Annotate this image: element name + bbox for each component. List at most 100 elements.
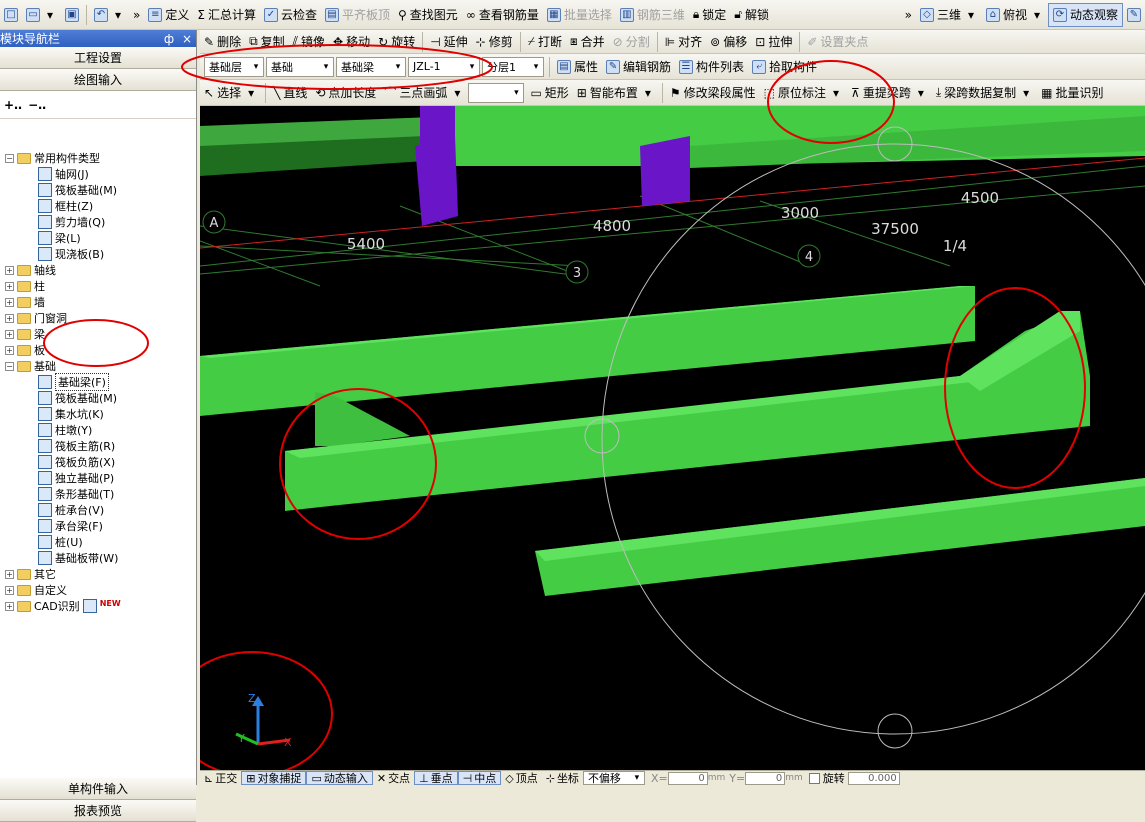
mirror-button[interactable]: ⫽ 镜像 bbox=[289, 30, 329, 53]
tree-item[interactable]: + 板 bbox=[5, 342, 45, 358]
rebar-3d-button[interactable]: ▥ 钢筋三维 bbox=[616, 3, 689, 27]
tree-item[interactable]: 桩承台(V) bbox=[38, 502, 104, 518]
vertex-snap[interactable]: ◇ 顶点 bbox=[501, 771, 541, 786]
tree-item[interactable]: 基础梁(F) bbox=[38, 373, 109, 391]
tree-item[interactable]: − 基础 bbox=[5, 358, 56, 374]
object-snap-toggle[interactable]: ⊞ 对象捕捉 bbox=[241, 771, 307, 785]
view-3d-button[interactable]: ◇ 三维 ▾ bbox=[916, 3, 982, 27]
pick-component-button[interactable]: ⤶ 拾取构件 bbox=[748, 55, 821, 79]
x-input[interactable]: 0 bbox=[667, 771, 708, 785]
tree-item[interactable]: + 轴线 bbox=[5, 262, 56, 278]
copy-button[interactable]: ⧉ 复制 bbox=[245, 30, 289, 53]
project-settings-button[interactable]: 工程设置 bbox=[0, 47, 196, 69]
single-input-button[interactable]: 单构件输入 bbox=[0, 778, 196, 800]
pin-icon[interactable]: ф bbox=[160, 32, 178, 46]
tree-item[interactable]: 基础板带(W) bbox=[38, 550, 118, 566]
summary-calc-button[interactable]: Σ 汇总计算 bbox=[193, 3, 260, 27]
point-length-button[interactable]: ⟲ 点加长度 bbox=[311, 81, 380, 105]
collapse-all-icon[interactable]: −‥ bbox=[28, 98, 46, 112]
tree-item[interactable]: 条形基础(T) bbox=[38, 486, 114, 502]
span-data-copy-button[interactable]: ⤓ 梁跨数据复制 ▾ bbox=[932, 81, 1037, 105]
dynamic-input-toggle[interactable]: ▭ 动态输入 bbox=[306, 771, 373, 785]
expand-icon[interactable]: + bbox=[5, 329, 14, 339]
expand-icon[interactable]: + bbox=[5, 265, 14, 275]
offset-select[interactable]: 不偏移 ▾ bbox=[582, 771, 645, 785]
trim-button[interactable]: ⊹ 修剪 bbox=[472, 30, 517, 53]
batch-select-button[interactable]: ▦ 批量选择 bbox=[543, 3, 616, 27]
rotate-input[interactable]: 0.000 bbox=[847, 771, 900, 785]
tree-item[interactable]: 桩(U) bbox=[38, 534, 83, 550]
drawing-input-button[interactable]: 绘图输入 bbox=[0, 69, 196, 91]
tree-item[interactable]: 筏板主筋(R) bbox=[38, 438, 115, 454]
tree-item[interactable]: − 常用构件类型 bbox=[5, 150, 100, 166]
batch-recognize-button[interactable]: ▦ 批量识别 bbox=[1037, 81, 1107, 105]
tree-item[interactable]: + CAD识别 NEW bbox=[5, 598, 121, 614]
properties-button[interactable]: ▤ 属性 bbox=[553, 55, 602, 79]
expand-icon[interactable]: + bbox=[5, 281, 14, 291]
expand-icon[interactable]: + bbox=[5, 297, 14, 307]
tree-item[interactable]: + 梁 bbox=[5, 326, 45, 342]
expand-icon[interactable]: + bbox=[5, 345, 14, 355]
save-button[interactable]: ▣ bbox=[61, 3, 83, 27]
split-button[interactable]: ⊘ 分割 bbox=[609, 30, 654, 53]
edit-rebar-button[interactable]: ✎ 编辑钢筋 bbox=[602, 55, 675, 79]
close-icon[interactable]: × bbox=[178, 32, 196, 46]
tree-item[interactable]: 梁(L) bbox=[38, 230, 81, 246]
category-select[interactable]: 基础 ▾ bbox=[266, 56, 334, 77]
tree-item[interactable]: + 柱 bbox=[5, 278, 45, 294]
collapse-icon[interactable]: − bbox=[5, 361, 14, 371]
rotate-checkbox[interactable] bbox=[808, 772, 820, 784]
select-button[interactable]: ↖ 选择 ▾ bbox=[200, 81, 262, 105]
expand-all-icon[interactable]: +‥ bbox=[4, 98, 22, 112]
tree-item[interactable]: 框柱(Z) bbox=[38, 198, 93, 214]
expand-icon[interactable]: + bbox=[5, 313, 14, 323]
tree-item[interactable]: 柱墩(Y) bbox=[38, 422, 92, 438]
tree-item[interactable]: 承台梁(F) bbox=[38, 518, 103, 534]
tree-item[interactable]: + 墙 bbox=[5, 294, 45, 310]
floor-select[interactable]: 基础层 ▾ bbox=[204, 56, 264, 77]
component-list-button[interactable]: ☰ 构件列表 bbox=[675, 55, 748, 79]
arc-mode-select[interactable]: ▾ bbox=[468, 82, 525, 103]
top-view-button[interactable]: ⌂ 俯视 ▾ bbox=[982, 3, 1048, 27]
type-select[interactable]: 基础梁 ▾ bbox=[336, 56, 406, 77]
expand-icon[interactable]: + bbox=[5, 569, 14, 579]
layer-select[interactable]: 分层1 ▾ bbox=[482, 56, 544, 77]
unlock-button[interactable]: 🔓︎ 解锁 bbox=[730, 3, 773, 27]
in-place-annotation-button[interactable]: ⬚ 原位标注 ▾ bbox=[760, 81, 847, 105]
extra-tool-button[interactable]: ✎ bbox=[1123, 3, 1145, 27]
tree-item[interactable]: + 门窗洞 bbox=[5, 310, 67, 326]
find-element-button[interactable]: ⚲ 查找图元 bbox=[394, 3, 462, 27]
tree-item[interactable]: 筏板基础(M) bbox=[38, 390, 117, 406]
overflow-button-2[interactable]: » bbox=[901, 3, 916, 27]
orbit-button[interactable]: ⟳ 动态观察 bbox=[1047, 2, 1123, 27]
align-top-button[interactable]: ▤ 平齐板顶 bbox=[321, 3, 394, 27]
merge-button[interactable]: ⧆ 合并 bbox=[566, 30, 609, 53]
rectangle-button[interactable]: ▭ 矩形 bbox=[526, 81, 572, 105]
collapse-icon[interactable]: − bbox=[5, 153, 14, 163]
cloud-check-button[interactable]: ✓ 云检查 bbox=[260, 3, 321, 27]
expand-icon[interactable]: + bbox=[5, 601, 14, 611]
tree-item[interactable]: 现浇板(B) bbox=[38, 246, 104, 262]
break-button[interactable]: ⌿ 打断 bbox=[524, 30, 566, 53]
coordinate-snap[interactable]: ⊹ 坐标 bbox=[542, 771, 583, 786]
open-button[interactable]: ▭ ▾ bbox=[22, 3, 61, 27]
perpendicular-snap[interactable]: ⊥ 垂点 bbox=[414, 771, 458, 785]
tree-item[interactable]: 剪力墙(Q) bbox=[38, 214, 105, 230]
tree-item[interactable]: 独立基础(P) bbox=[38, 470, 114, 486]
tree-item[interactable]: 筏板基础(M) bbox=[38, 182, 117, 198]
define-button[interactable]: ≡ 定义 bbox=[144, 3, 193, 27]
expand-icon[interactable]: + bbox=[5, 585, 14, 595]
y-input[interactable]: 0 bbox=[745, 771, 786, 785]
grip-button[interactable]: ✐ 设置夹点 bbox=[803, 30, 872, 53]
tree-item[interactable]: 集水坑(K) bbox=[38, 406, 104, 422]
new-file-button[interactable]: □ bbox=[0, 3, 22, 27]
ortho-toggle[interactable]: ⊾ 正交 bbox=[200, 771, 241, 786]
tree-item[interactable]: 轴网(J) bbox=[38, 166, 89, 182]
re-extract-span-button[interactable]: ⊼ 重提梁跨 ▾ bbox=[847, 81, 932, 105]
line-button[interactable]: ╲ 直线 bbox=[269, 81, 311, 105]
rotate-button[interactable]: ↻ 旋转 bbox=[374, 30, 419, 53]
smart-place-button[interactable]: ⊞ 智能布置 ▾ bbox=[573, 81, 659, 105]
align-button[interactable]: ⊫ 对齐 bbox=[661, 30, 706, 53]
midpoint-snap[interactable]: ⊣ 中点 bbox=[457, 771, 502, 785]
tree-item[interactable]: + 自定义 bbox=[5, 582, 67, 598]
